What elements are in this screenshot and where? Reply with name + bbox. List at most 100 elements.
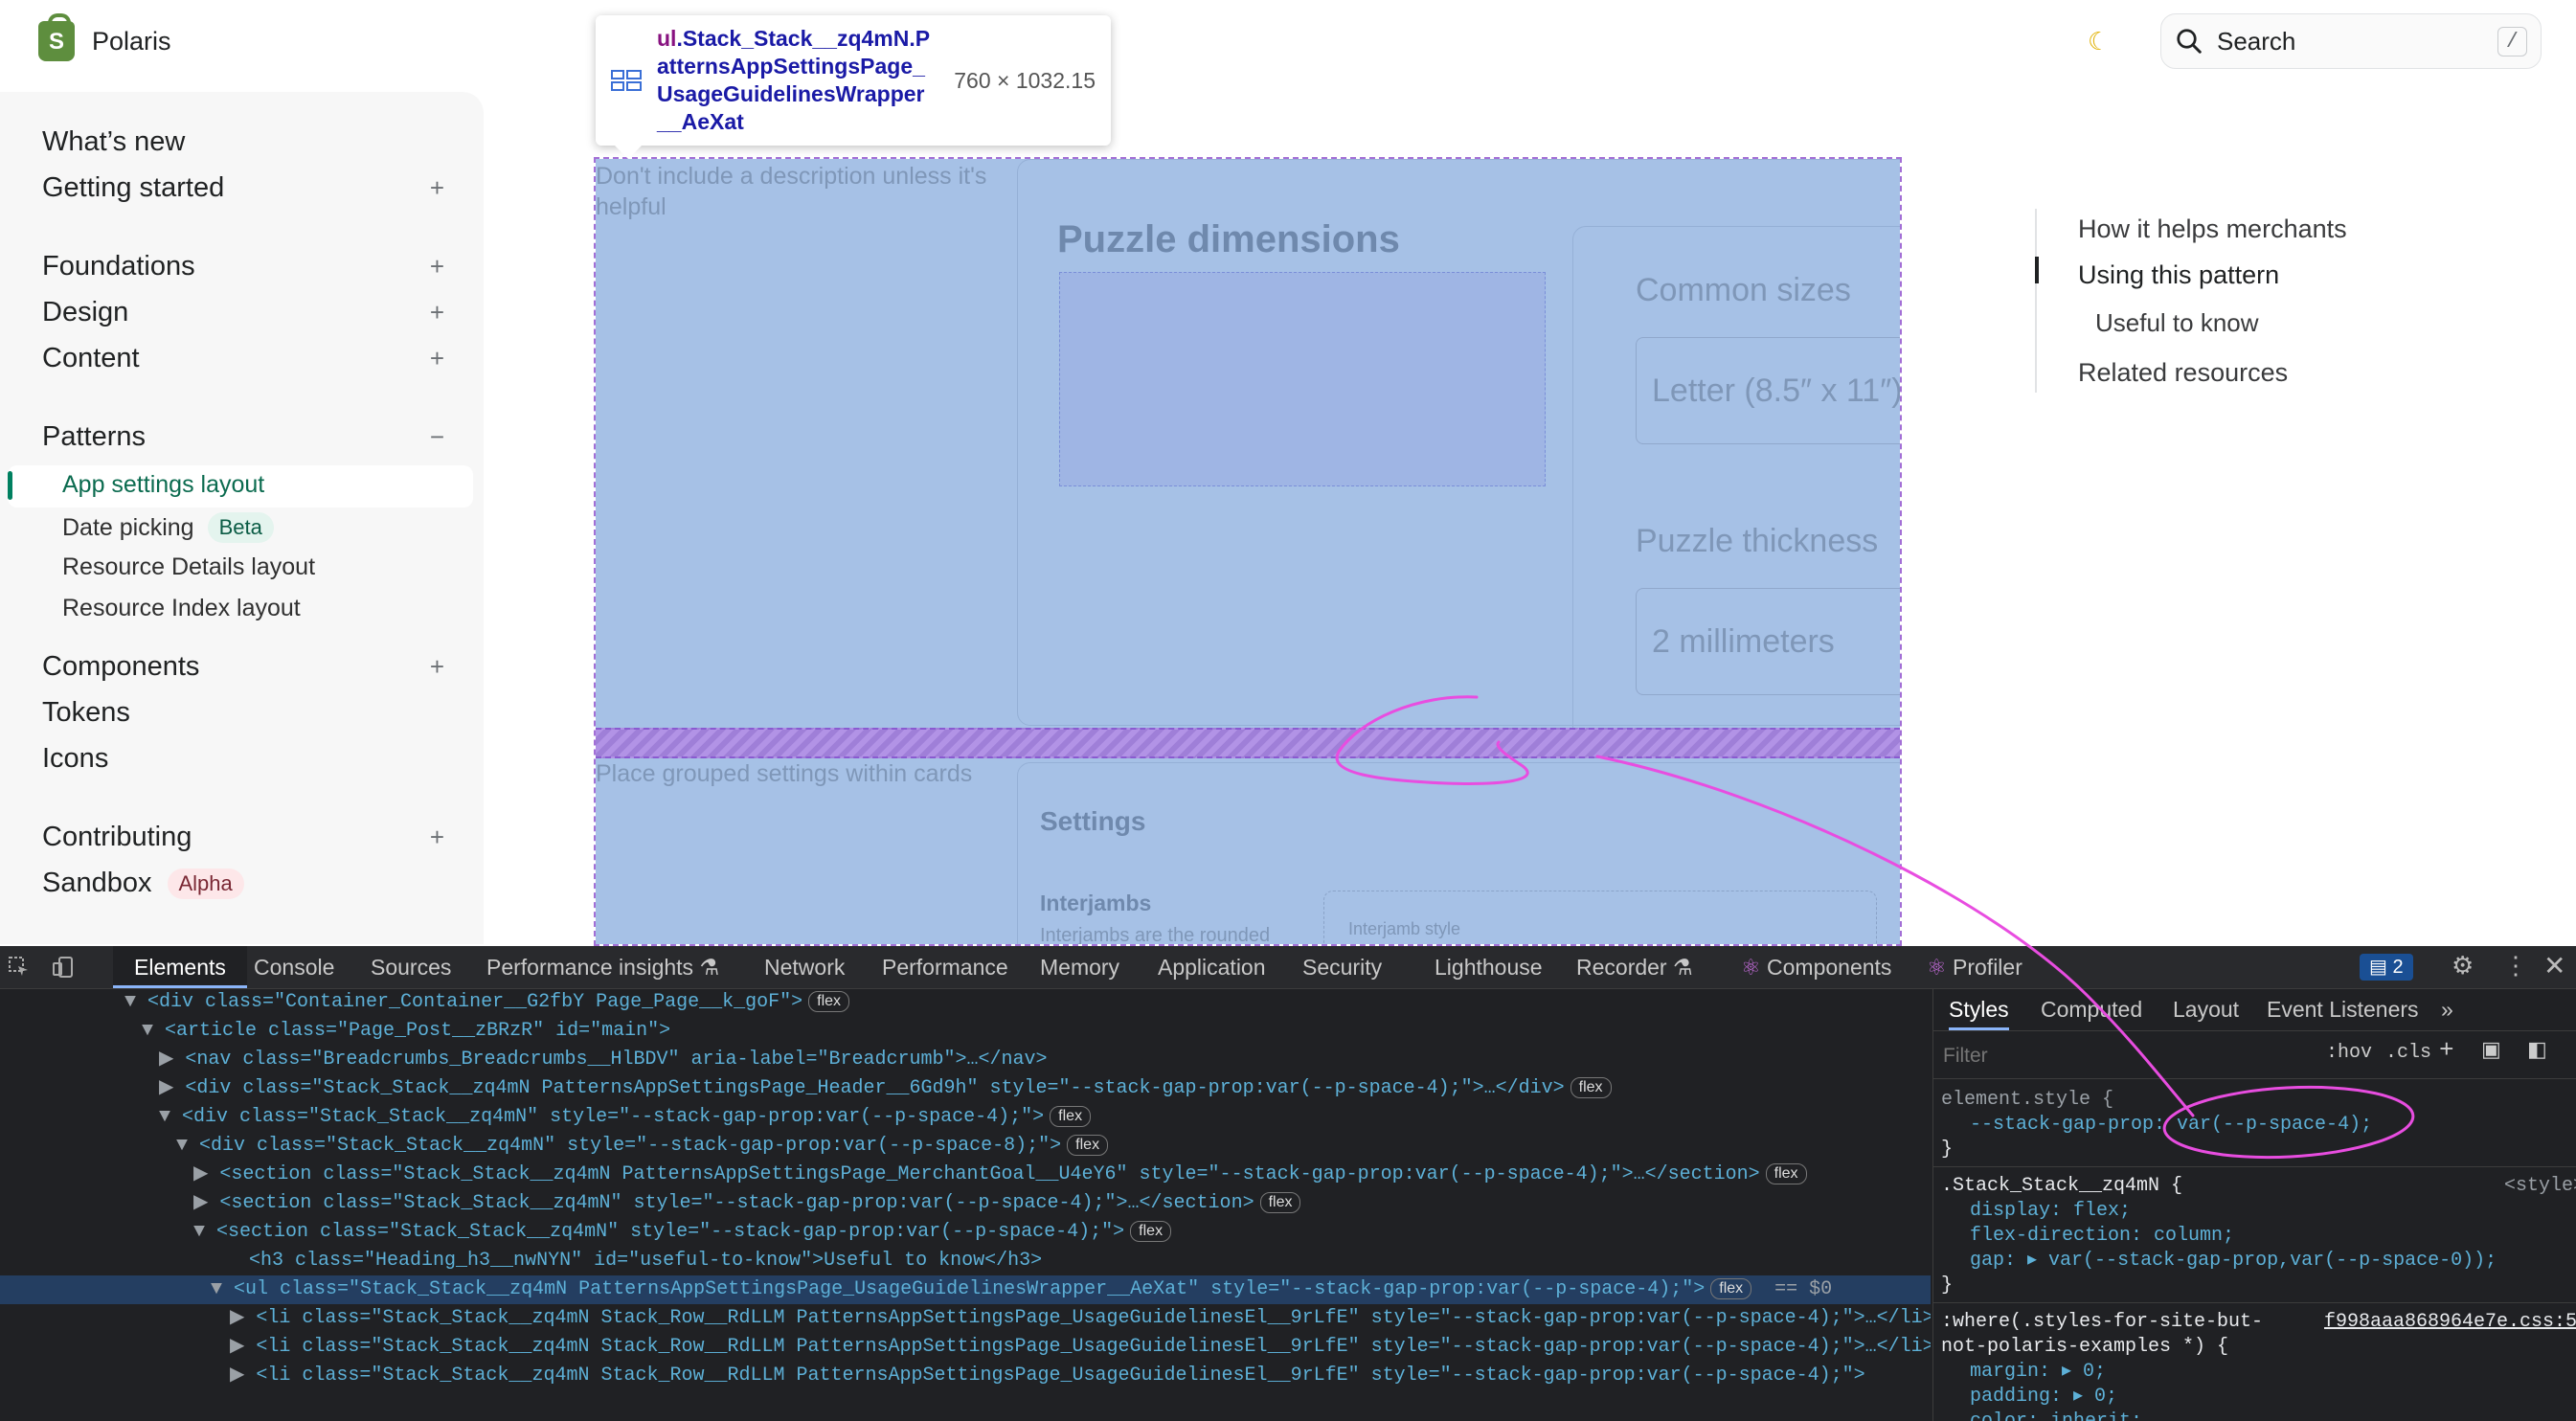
close-devtools-icon[interactable]: ✕: [2543, 950, 2565, 983]
expand-icon[interactable]: +: [430, 252, 444, 282]
expand-arrow-icon[interactable]: ▶: [230, 1307, 256, 1329]
more-options-icon[interactable]: ⋮: [2503, 952, 2528, 981]
issues-badge[interactable]: ▤ 2: [2360, 954, 2413, 981]
dark-mode-moon-icon[interactable]: ☾: [2088, 27, 2110, 56]
where-rule-color[interactable]: color: inherit;: [1970, 1410, 2142, 1421]
nav-patterns[interactable]: Patterns −: [42, 421, 444, 453]
dom-node-line[interactable]: ▼ <ul class="Stack_Stack__zq4mN Patterns…: [0, 1275, 1931, 1304]
nav-contributing[interactable]: Contributing +: [42, 822, 444, 853]
nav-resource-index-layout[interactable]: Resource Index layout: [62, 595, 301, 622]
flex-badge[interactable]: flex: [1765, 1162, 1807, 1184]
hov-toggle[interactable]: :hov: [2326, 1042, 2372, 1064]
dom-node-line[interactable]: ▼ <div class="Container_Container__G2fbY…: [0, 988, 1931, 1017]
devtools-tab-sources[interactable]: Sources: [371, 946, 451, 988]
dom-node-line[interactable]: <h3 class="Heading_h3__nwNYN" id="useful…: [0, 1247, 1931, 1275]
nav-design[interactable]: Design +: [42, 297, 444, 328]
flex-badge[interactable]: flex: [1259, 1191, 1301, 1213]
expand-arrow-icon[interactable]: ▼: [159, 1106, 182, 1128]
expand-arrow-icon[interactable]: ▼: [176, 1135, 199, 1157]
device-toolbar-icon[interactable]: [52, 956, 75, 979]
expand-icon[interactable]: +: [430, 652, 444, 682]
dom-node-line[interactable]: ▶ <nav class="Breadcrumbs_Breadcrumbs__H…: [0, 1046, 1931, 1074]
expand-arrow-icon[interactable]: ▼: [211, 1278, 234, 1300]
expand-arrow-icon[interactable]: ▼: [193, 1221, 216, 1243]
nav-tokens[interactable]: Tokens: [42, 697, 444, 729]
expand-icon[interactable]: +: [430, 344, 444, 373]
styles-tab-styles[interactable]: Styles: [1949, 988, 2009, 1030]
expand-arrow-icon[interactable]: ▼: [142, 1020, 165, 1042]
flex-badge[interactable]: flex: [1710, 1277, 1752, 1299]
expand-icon[interactable]: +: [430, 823, 444, 852]
toc-using-this-pattern[interactable]: Using this pattern: [2078, 260, 2279, 290]
expand-icon[interactable]: +: [430, 173, 444, 203]
nav-components[interactable]: Components +: [42, 651, 444, 683]
element-style-prop[interactable]: --stack-gap-prop: var(--p-space-4);: [1970, 1113, 2372, 1138]
brand-logo[interactable]: S Polaris: [38, 13, 171, 61]
inspect-element-icon[interactable]: [8, 956, 31, 979]
dom-node-line[interactable]: ▼ <div class="Stack_Stack__zq4mN" style=…: [0, 1103, 1931, 1132]
where-rule-padding[interactable]: padding: ▸ 0;: [1970, 1385, 2117, 1410]
more-tabs-chevron-icon[interactable]: »: [2441, 988, 2453, 1030]
nav-whats-new[interactable]: What’s new: [42, 126, 444, 158]
nav-app-settings-layout[interactable]: App settings layout: [62, 471, 264, 499]
expand-arrow-icon[interactable]: ▶: [230, 1365, 256, 1387]
devtools-tab-security[interactable]: Security: [1302, 946, 1382, 988]
stack-rule-display[interactable]: display: flex;: [1970, 1199, 2131, 1224]
toc-how-it-helps[interactable]: How it helps merchants: [2078, 214, 2347, 244]
expand-arrow-icon[interactable]: [226, 1250, 249, 1272]
dom-node-line[interactable]: ▶ <div class="Stack_Stack__zq4mN Pattern…: [0, 1074, 1931, 1103]
flex-badge[interactable]: flex: [1570, 1076, 1612, 1098]
stack-rule-source[interactable]: <style>: [2504, 1174, 2576, 1199]
devtools-tab-application[interactable]: Application: [1158, 946, 1266, 988]
devtools-tab-recorder[interactable]: Recorder ⚗: [1576, 946, 1693, 988]
flex-badge[interactable]: flex: [1067, 1134, 1109, 1156]
stack-rule-gap[interactable]: gap: ▸ var(--stack-gap-prop,var(--p-spac…: [1970, 1249, 2497, 1274]
expand-arrow-icon[interactable]: ▶: [193, 1163, 219, 1185]
toc-useful-to-know[interactable]: Useful to know: [2095, 308, 2259, 338]
toggle-sidebar-icon[interactable]: ◧: [2527, 1038, 2547, 1063]
paint-icon[interactable]: ▣: [2481, 1038, 2501, 1063]
styles-tab-event-listeners[interactable]: Event Listeners: [2267, 988, 2419, 1030]
devtools-tab-performance-insights[interactable]: Performance insights ⚗: [486, 946, 719, 988]
dom-node-line[interactable]: ▶ <section class="Stack_Stack__zq4mN Pat…: [0, 1161, 1931, 1189]
devtools-tab-elements[interactable]: Elements: [113, 946, 247, 988]
flex-badge[interactable]: flex: [808, 990, 850, 1012]
expand-arrow-icon[interactable]: ▶: [159, 1049, 185, 1071]
styles-filter-input[interactable]: [1941, 1038, 2309, 1074]
devtools-tab-profiler[interactable]: ⚛ Profiler: [1927, 946, 2022, 988]
expand-arrow-icon[interactable]: ▶: [230, 1336, 256, 1358]
collapse-icon[interactable]: −: [430, 422, 444, 452]
nav-date-picking[interactable]: Date picking Beta: [62, 512, 274, 543]
nav-icons[interactable]: Icons: [42, 743, 444, 775]
devtools-tab-memory[interactable]: Memory: [1040, 946, 1119, 988]
cls-toggle[interactable]: .cls: [2385, 1042, 2431, 1064]
toc-related-resources[interactable]: Related resources: [2078, 358, 2288, 388]
nav-content[interactable]: Content +: [42, 343, 444, 374]
styles-tab-computed[interactable]: Computed: [2041, 988, 2142, 1030]
styles-tab-layout[interactable]: Layout: [2173, 988, 2239, 1030]
expand-arrow-icon[interactable]: ▶: [159, 1077, 185, 1099]
flex-badge[interactable]: flex: [1130, 1220, 1172, 1242]
nav-getting-started[interactable]: Getting started +: [42, 172, 444, 204]
nav-foundations[interactable]: Foundations +: [42, 251, 444, 282]
devtools-tab-lighthouse[interactable]: Lighthouse: [1435, 946, 1543, 988]
stack-rule-direction[interactable]: flex-direction: column;: [1970, 1224, 2234, 1249]
expand-arrow-icon[interactable]: ▶: [193, 1192, 219, 1214]
devtools-tab-network[interactable]: Network: [764, 946, 845, 988]
devtools-tab-console[interactable]: Console: [254, 946, 334, 988]
add-rule-icon[interactable]: +: [2439, 1036, 2454, 1065]
search-button[interactable]: Search /: [2160, 13, 2542, 69]
devtools-tab-components[interactable]: ⚛ Components: [1741, 946, 1891, 988]
nav-sandbox[interactable]: Sandbox Alpha: [42, 868, 444, 899]
expand-icon[interactable]: +: [430, 298, 444, 327]
dom-node-line[interactable]: ▶ <li class="Stack_Stack__zq4mN Stack_Ro…: [0, 1333, 1931, 1362]
dom-node-line[interactable]: ▶ <li class="Stack_Stack__zq4mN Stack_Ro…: [0, 1304, 1931, 1333]
flex-badge[interactable]: flex: [1050, 1105, 1092, 1127]
nav-resource-details-layout[interactable]: Resource Details layout: [62, 553, 315, 581]
dom-node-line[interactable]: ▼ <div class="Stack_Stack__zq4mN" style=…: [0, 1132, 1931, 1161]
where-rule-margin[interactable]: margin: ▸ 0;: [1970, 1360, 2106, 1385]
dom-node-line[interactable]: ▶ <li class="Stack_Stack__zq4mN Stack_Ro…: [0, 1362, 1931, 1390]
dom-node-line[interactable]: ▶ <section class="Stack_Stack__zq4mN" st…: [0, 1189, 1931, 1218]
dom-node-line[interactable]: ▼ <article class="Page_Post__zBRzR" id="…: [0, 1017, 1931, 1046]
expand-arrow-icon[interactable]: ▼: [124, 991, 147, 1013]
